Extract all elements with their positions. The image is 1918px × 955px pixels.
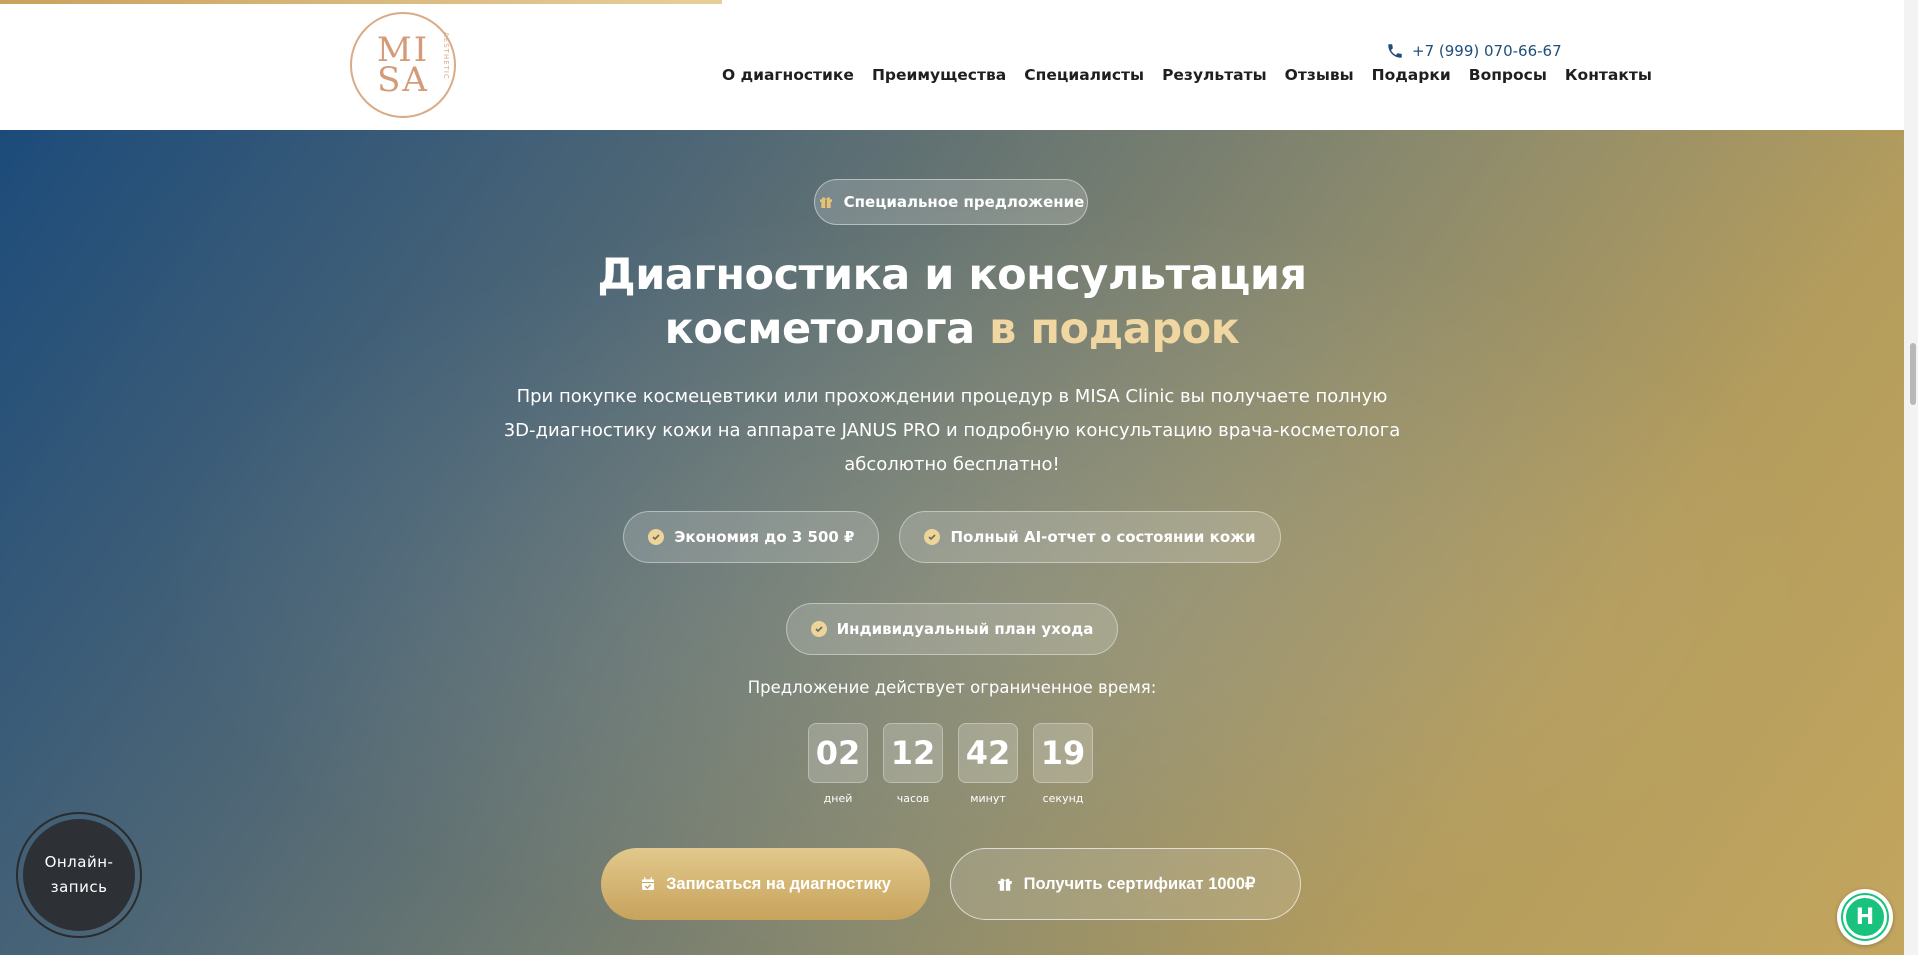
chip-label: Экономия до 3 500 ₽ <box>674 528 855 546</box>
nav-link-gifts[interactable]: Подарки <box>1372 66 1451 84</box>
check-circle-icon <box>810 621 827 637</box>
special-offer-badge: Специальное предложение <box>814 179 1088 225</box>
countdown-timer: 02 дней 12 часов 42 минут 19 секунд <box>808 723 1093 805</box>
page-progress-bar <box>0 0 722 4</box>
benefit-chip: Индивидуальный план ухода <box>785 603 1119 655</box>
timer-unit: секунд <box>1042 792 1084 805</box>
timer-unit: часов <box>896 792 930 805</box>
misa-logo[interactable]: MI SA AESTHETIC <box>350 12 456 118</box>
nav-link-about[interactable]: О диагностике <box>722 66 854 84</box>
timer-value: 02 <box>808 723 868 783</box>
online-booking-widget[interactable]: Онлайн-запись <box>16 812 142 938</box>
timer-hours: 12 часов <box>883 723 943 805</box>
phone-number: +7 (999) 070-66-67 <box>1412 42 1562 60</box>
check-circle-icon <box>924 529 941 545</box>
timer-unit: дней <box>823 792 853 805</box>
hero-title-accent: в подарок <box>989 304 1240 354</box>
scrollbar-thumb[interactable] <box>1910 343 1916 405</box>
check-circle-icon <box>648 529 665 545</box>
gift-icon <box>997 878 1012 891</box>
phone-icon <box>1388 44 1402 58</box>
timer-days: 02 дней <box>808 723 868 805</box>
nav-link-reviews[interactable]: Отзывы <box>1285 66 1354 84</box>
chat-widget-icon: H <box>1843 895 1887 939</box>
offer-deadline-text: Предложение действует ограниченное время… <box>747 678 1157 697</box>
timer-value: 12 <box>883 723 943 783</box>
calendar-check-icon <box>642 877 655 890</box>
page-scrollbar[interactable] <box>1904 0 1918 955</box>
nav-link-contacts[interactable]: Контакты <box>1565 66 1652 84</box>
main-nav: О диагностике Преимущества Специалисты Р… <box>722 66 1652 84</box>
hero-title: Диагностика и консультация косметолога в… <box>450 248 1454 356</box>
hero-section: Специальное предложение Диагностика и ко… <box>0 130 1904 955</box>
book-diagnostics-button[interactable]: Записаться на диагностику <box>601 848 930 920</box>
nav-link-results[interactable]: Результаты <box>1162 66 1267 84</box>
logo-bottom-text: SA <box>377 60 429 100</box>
benefit-chip: Полный AI-отчет о состоянии кожи <box>899 511 1281 563</box>
nav-link-advantages[interactable]: Преимущества <box>872 66 1006 84</box>
gift-icon <box>819 197 832 208</box>
online-booking-label: Онлайн-запись <box>23 819 135 931</box>
site-header: MI SA AESTHETIC +7 (999) 070-66-67 О диа… <box>0 0 1904 130</box>
badge-label: Специальное предложение <box>843 193 1085 211</box>
timer-value: 42 <box>958 723 1018 783</box>
timer-seconds: 19 секунд <box>1033 723 1093 805</box>
chip-label: Полный AI-отчет о состоянии кожи <box>950 528 1256 546</box>
button-label: Записаться на диагностику <box>666 874 891 893</box>
header-phone-link[interactable]: +7 (999) 070-66-67 <box>1386 42 1562 60</box>
timer-value: 19 <box>1033 723 1093 783</box>
button-label: Получить сертификат 1000₽ <box>1023 875 1256 893</box>
chip-label: Индивидуальный план ухода <box>836 620 1094 638</box>
logo-monogram: MI SA <box>377 33 429 97</box>
chat-widget-button[interactable]: H <box>1837 889 1893 945</box>
timer-unit: минут <box>970 792 1006 805</box>
nav-link-questions[interactable]: Вопросы <box>1469 66 1547 84</box>
logo-ring-text: AESTHETIC <box>442 32 450 80</box>
benefit-chip: Экономия до 3 500 ₽ <box>623 511 880 563</box>
hero-subtitle: При покупке космецевтики или прохождении… <box>503 386 1401 475</box>
get-certificate-button[interactable]: Получить сертификат 1000₽ <box>950 848 1301 920</box>
timer-minutes: 42 минут <box>958 723 1018 805</box>
nav-link-specialists[interactable]: Специалисты <box>1024 66 1144 84</box>
benefit-chips: Экономия до 3 500 ₽ Полный AI-отчет о со… <box>450 511 1454 655</box>
